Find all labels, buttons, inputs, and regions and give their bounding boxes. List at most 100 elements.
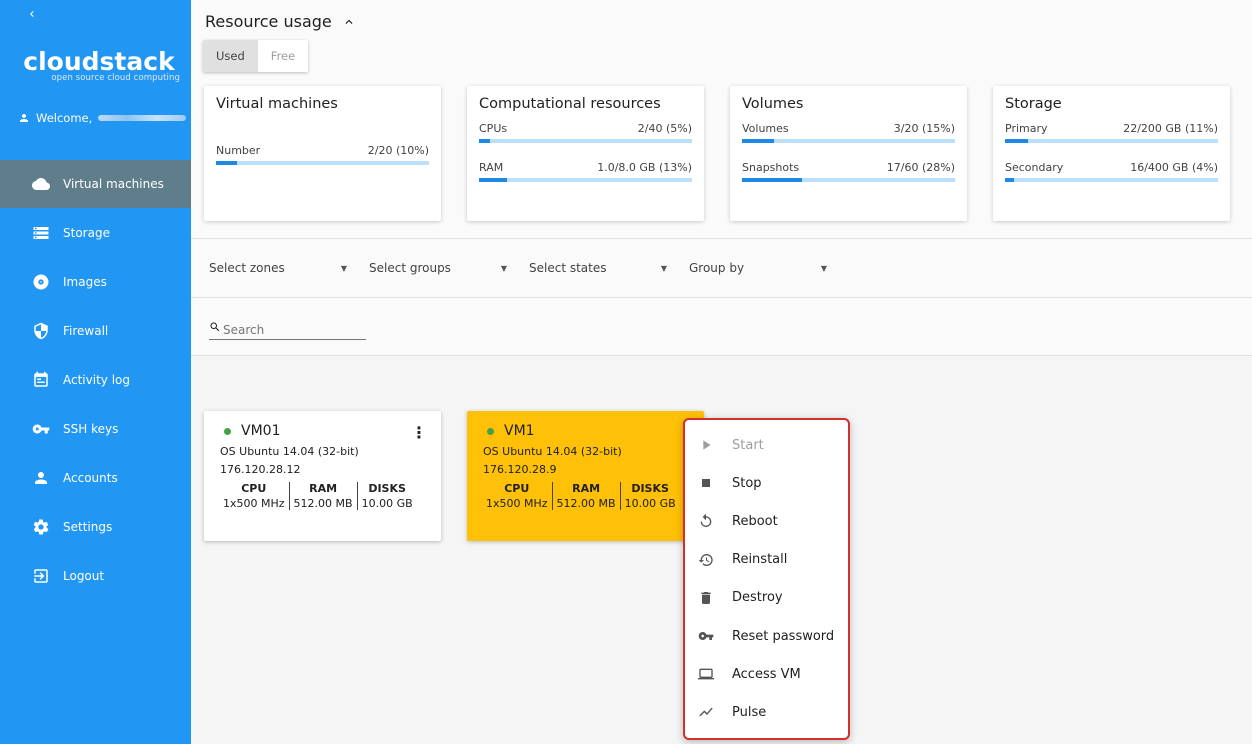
menu-item-destroy[interactable]: Destroy xyxy=(685,579,848,617)
sidebar-item-firewall[interactable]: Firewall xyxy=(0,307,191,355)
person-icon xyxy=(20,114,28,122)
metric-number: Number 2/20 (10%) xyxy=(216,144,429,165)
spec-header: DISKS xyxy=(631,482,669,495)
sidebar-item-images[interactable]: Images xyxy=(0,258,191,306)
reinstall-icon xyxy=(697,551,715,569)
sidebar-item-label: Settings xyxy=(63,520,113,534)
gear-icon xyxy=(31,517,51,537)
progress-bar xyxy=(742,178,955,182)
vm-spec-cpu: CPU 1x500 MHz xyxy=(482,482,552,510)
key-icon xyxy=(697,627,715,645)
search-field[interactable] xyxy=(209,316,366,340)
progress-fill xyxy=(1005,139,1029,143)
card-title: Volumes xyxy=(742,96,804,112)
menu-item-reinstall[interactable]: Reinstall xyxy=(685,541,848,579)
sidebar-item-label: Firewall xyxy=(63,324,109,338)
menu-item-label: Reset password xyxy=(732,628,835,644)
sidebar-item-label: Images xyxy=(63,275,107,289)
more-vert-icon[interactable]: ⋮ xyxy=(411,423,427,442)
spec-value: 10.00 GB xyxy=(361,497,413,510)
menu-item-access-vm[interactable]: Access VM xyxy=(685,655,848,693)
reboot-icon xyxy=(697,512,715,530)
used-toggle-button[interactable]: Used xyxy=(203,40,258,72)
menu-item-pulse[interactable]: Pulse xyxy=(685,693,848,731)
metric-label: Number xyxy=(216,144,261,157)
vm-specs: CPU 1x500 MHz RAM 512.00 MB DISKS 10.00 GB xyxy=(482,482,688,510)
sidebar-item-activity-log[interactable]: Activity log xyxy=(0,356,191,404)
progress-bar xyxy=(742,139,955,143)
metric-value: 22/200 GB (11%) xyxy=(1123,122,1218,135)
free-toggle-button[interactable]: Free xyxy=(257,40,309,72)
select-states-dropdown[interactable]: Select states ▼ xyxy=(529,261,675,275)
progress-bar xyxy=(479,178,692,182)
sidebar-item-label: SSH keys xyxy=(63,422,119,436)
menu-item-stop[interactable]: Stop xyxy=(685,464,848,502)
storage-icon xyxy=(31,223,51,243)
vm-card-selected[interactable]: VM1 OS Ubuntu 14.04 (32-bit) 176.120.28.… xyxy=(467,411,704,541)
menu-item-start[interactable]: Start xyxy=(685,426,848,464)
group-by-dropdown[interactable]: Group by ▼ xyxy=(689,261,835,275)
vm-name: VM01 xyxy=(241,423,281,439)
divider xyxy=(191,238,1252,239)
progress-fill xyxy=(479,178,507,182)
progress-fill xyxy=(742,178,802,182)
chevron-up-icon[interactable] xyxy=(342,15,356,29)
sidebar-item-label: Virtual machines xyxy=(63,177,164,191)
vm-spec-cpu: CPU 1x500 MHz xyxy=(219,482,289,510)
search-icon xyxy=(210,322,220,332)
metric-value: 1.0/8.0 GB (13%) xyxy=(597,161,692,174)
vm-ip: 176.120.28.12 xyxy=(220,463,301,476)
sidebar-item-ssh-keys[interactable]: SSH keys xyxy=(0,405,191,453)
menu-item-reboot[interactable]: Reboot xyxy=(685,502,848,540)
spec-header: DISKS xyxy=(368,482,406,495)
sidebar-item-label: Storage xyxy=(63,226,110,240)
menu-item-reset-password[interactable]: Reset password xyxy=(685,617,848,655)
progress-bar xyxy=(1005,139,1218,143)
select-groups-dropdown[interactable]: Select groups ▼ xyxy=(369,261,515,275)
select-zones-dropdown[interactable]: Select zones ▼ xyxy=(209,261,355,275)
progress-fill xyxy=(742,139,774,143)
search-input[interactable] xyxy=(223,323,353,337)
metric-value: 17/60 (28%) xyxy=(886,161,955,174)
vm-name: VM1 xyxy=(504,423,535,439)
caret-down-icon: ▼ xyxy=(500,263,507,273)
metric-label: Snapshots xyxy=(742,161,800,174)
resource-usage-header[interactable]: Resource usage xyxy=(205,12,356,31)
spec-header: CPU xyxy=(504,482,530,495)
spec-header: CPU xyxy=(241,482,267,495)
sidebar-item-virtual-machines[interactable]: Virtual machines xyxy=(0,160,191,208)
person-icon xyxy=(31,468,51,488)
play-icon xyxy=(697,436,715,454)
metric-secondary: Secondary 16/400 GB (4%) xyxy=(1005,161,1218,182)
key-icon xyxy=(31,419,51,439)
progress-bar xyxy=(1005,178,1218,182)
chevron-left-icon[interactable] xyxy=(26,8,38,24)
sidebar: cloudstack open source cloud computing W… xyxy=(0,0,191,744)
storage-resource-card: Storage Primary 22/200 GB (11%) Secondary… xyxy=(993,86,1230,221)
resource-usage-title: Resource usage xyxy=(205,12,332,31)
caret-down-icon: ▼ xyxy=(660,263,667,273)
sidebar-item-logout[interactable]: Logout xyxy=(0,552,191,600)
metric-value: 3/20 (15%) xyxy=(893,122,955,135)
volumes-resource-card: Volumes Volumes 3/20 (15%) Snapshots 17/60… xyxy=(730,86,967,221)
menu-item-label: Reboot xyxy=(732,513,778,529)
card-title: Storage xyxy=(1005,96,1062,112)
spec-value: 512.00 MB xyxy=(293,497,353,510)
sidebar-item-accounts[interactable]: Accounts xyxy=(0,454,191,502)
vm-spec-disks: DISKS 10.00 GB xyxy=(356,482,417,510)
menu-item-label: Access VM xyxy=(732,666,801,682)
vm-ip: 176.120.28.9 xyxy=(483,463,557,476)
metric-value: 16/400 GB (4%) xyxy=(1130,161,1218,174)
vm-specs: CPU 1x500 MHz RAM 512.00 MB DISKS 10.00 GB xyxy=(219,482,425,510)
vm-card[interactable]: VM01 ⋮ OS Ubuntu 14.04 (32-bit) 176.120.… xyxy=(204,411,441,541)
sidebar-item-settings[interactable]: Settings xyxy=(0,503,191,551)
pulse-icon xyxy=(697,703,715,721)
progress-bar xyxy=(216,161,429,165)
divider xyxy=(191,297,1252,298)
sidebar-item-storage[interactable]: Storage xyxy=(0,209,191,257)
computational-resource-card: Computational resources CPUs 2/40 (5%) RA… xyxy=(467,86,704,221)
laptop-icon xyxy=(697,665,715,683)
progress-fill xyxy=(1005,178,1014,182)
vm-os: OS Ubuntu 14.04 (32-bit) xyxy=(483,445,622,458)
welcome-user[interactable]: Welcome, xyxy=(18,111,187,125)
